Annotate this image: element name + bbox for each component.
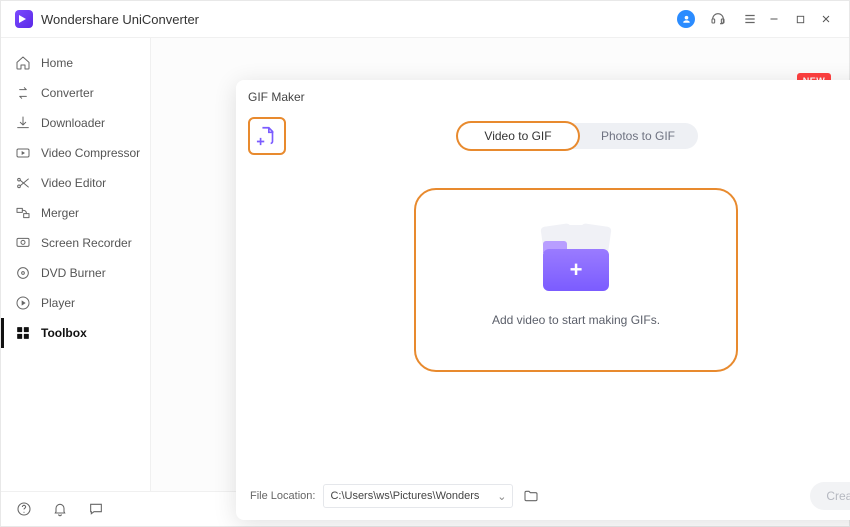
- compressor-icon: [15, 145, 31, 161]
- create-gif-button[interactable]: Create GIF: [810, 482, 850, 510]
- scissors-icon: [15, 175, 31, 191]
- sidebar-item-converter[interactable]: Converter: [1, 78, 150, 108]
- dialog-title: GIF Maker: [248, 90, 305, 104]
- sidebar-item-toolbox[interactable]: Toolbox: [1, 318, 150, 348]
- sidebar-item-downloader[interactable]: Downloader: [1, 108, 150, 138]
- sidebar-item-compressor[interactable]: Video Compressor: [1, 138, 150, 168]
- recorder-icon: [15, 235, 31, 251]
- sidebar-item-label: Video Compressor: [41, 146, 140, 160]
- toolbox-icon: [15, 325, 31, 341]
- sidebar-item-label: Home: [41, 56, 73, 70]
- play-icon: [15, 295, 31, 311]
- sidebar-item-player[interactable]: Player: [1, 288, 150, 318]
- sidebar-item-recorder[interactable]: Screen Recorder: [1, 228, 150, 258]
- sidebar-item-label: Screen Recorder: [41, 236, 132, 250]
- notifications-icon[interactable]: [51, 500, 69, 518]
- menu-icon[interactable]: [739, 8, 761, 30]
- add-file-button[interactable]: [248, 117, 286, 155]
- file-location-value: C:\Users\ws\Pictures\Wonders: [330, 490, 479, 502]
- home-icon: [15, 55, 31, 71]
- tab-photos-to-gif[interactable]: Photos to GIF: [578, 123, 698, 149]
- sidebar: Home Converter Downloader Video Compress…: [1, 38, 151, 491]
- drop-zone[interactable]: + Add video to start making GIFs.: [414, 188, 738, 372]
- account-icon[interactable]: [675, 8, 697, 30]
- app-title: Wondershare UniConverter: [41, 12, 199, 27]
- close-button[interactable]: [813, 6, 839, 32]
- disc-icon: [15, 265, 31, 281]
- sidebar-item-dvd[interactable]: DVD Burner: [1, 258, 150, 288]
- maximize-button[interactable]: [787, 6, 813, 32]
- file-location-select[interactable]: C:\Users\ws\Pictures\Wonders ⌄: [323, 484, 513, 508]
- titlebar: Wondershare UniConverter: [1, 1, 849, 38]
- mode-segmented-control: Video to GIF Photos to GIF: [458, 123, 698, 149]
- sidebar-item-label: Video Editor: [41, 176, 106, 190]
- sidebar-item-label: Player: [41, 296, 75, 310]
- sidebar-item-label: Downloader: [41, 116, 105, 130]
- open-folder-button[interactable]: [521, 486, 541, 506]
- converter-icon: [15, 85, 31, 101]
- sidebar-item-editor[interactable]: Video Editor: [1, 168, 150, 198]
- drop-zone-message: Add video to start making GIFs.: [492, 313, 660, 327]
- app-logo: [15, 10, 33, 28]
- feedback-icon[interactable]: [87, 500, 105, 518]
- download-icon: [15, 115, 31, 131]
- sidebar-item-merger[interactable]: Merger: [1, 198, 150, 228]
- sidebar-item-label: Merger: [41, 206, 79, 220]
- sidebar-item-label: DVD Burner: [41, 266, 106, 280]
- sidebar-item-label: Toolbox: [41, 326, 87, 340]
- tab-video-to-gif[interactable]: Video to GIF: [458, 123, 578, 149]
- file-location-label: File Location:: [250, 490, 315, 502]
- chevron-down-icon: ⌄: [497, 490, 506, 503]
- support-icon[interactable]: [707, 8, 729, 30]
- main-area: NEW tor data etadata CD. GIF Maker: [151, 38, 849, 491]
- sidebar-item-home[interactable]: Home: [1, 48, 150, 78]
- help-icon[interactable]: [15, 500, 33, 518]
- folder-add-icon: +: [537, 233, 615, 295]
- sidebar-item-label: Converter: [41, 86, 94, 100]
- gif-maker-dialog: GIF Maker Video to GIF Photos to GIF: [236, 80, 850, 520]
- merger-icon: [15, 205, 31, 221]
- minimize-button[interactable]: [761, 6, 787, 32]
